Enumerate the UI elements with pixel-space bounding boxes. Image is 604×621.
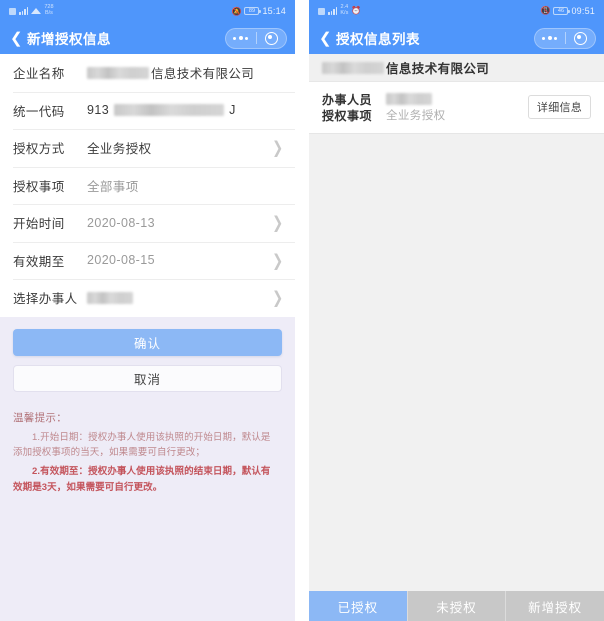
tab-authorized[interactable]: 已授权 (309, 591, 408, 621)
left-status-bar: 728 B/s 🔕 89 15:14 (0, 0, 295, 22)
chevron-right-icon: ❯ (272, 213, 283, 233)
screenshot-gutter (295, 0, 309, 621)
form-row-company-name[interactable]: 企业名称 信息技术有限公司 (0, 54, 295, 92)
network-rate: 2.4 K/s (340, 4, 349, 17)
row-label: 选择办事人 (13, 292, 78, 307)
row-label: 开始时间 (13, 217, 65, 232)
status-time: 09:51 (571, 6, 595, 16)
bottom-tab-bar: 已授权 未授权 新增授权 (309, 591, 604, 621)
chevron-left-icon[interactable]: ❮ (10, 31, 24, 46)
authorization-fields: 办事人员 授权事项 全业务授权 (322, 91, 528, 123)
mini-program-capsule (534, 27, 596, 49)
row-label: 有效期至 (13, 254, 65, 269)
target-circle-icon[interactable] (565, 31, 595, 45)
wifi-icon (31, 8, 42, 14)
row-value: 信息技术有限公司 (87, 63, 283, 82)
form-row-expiry-date[interactable]: 有效期至 2020-08-15 ❯ (0, 241, 295, 279)
chevron-right-icon: ❯ (272, 288, 283, 308)
dual-screenshot-stage: 728 B/s 🔕 89 15:14 ❮ 新增授权信息 企业名称 信息技术有限公… (0, 0, 604, 621)
alarm-clock-icon: ⏰ (351, 6, 361, 15)
network-rate-unit: K/s (340, 10, 349, 16)
page-title: 授权信息列表 (336, 32, 420, 47)
row-value: 2020-08-15 (87, 253, 155, 268)
tab-new-authorization[interactable]: 新增授权 (506, 591, 604, 621)
tips-title: 温馨提示： (13, 411, 67, 424)
network-rate: 728 B/s (44, 4, 53, 17)
row-value: 全业务授权 (87, 142, 152, 157)
chevron-left-icon[interactable]: ❮ (319, 31, 333, 46)
company-name-bar: 信息技术有限公司 (309, 54, 604, 82)
auth-matter-line: 授权事项 全业务授权 (322, 107, 528, 123)
right-status-bar: 2.4 K/s ⏰ 📵 46 09:51 (309, 0, 604, 22)
form-row-select-agent[interactable]: 选择办事人 ❯ (0, 279, 295, 317)
status-right-icons: 📵 46 09:51 (541, 6, 595, 16)
battery-icon: 89 (244, 7, 261, 15)
redaction-mask (322, 61, 384, 74)
page-title: 新增授权信息 (27, 32, 111, 47)
tip-item-expiry-date: 2.有效期至：授权办事人使用该执照的结束日期，默认有效期是3天，如果需要可自行更… (13, 466, 271, 493)
redaction-mask (114, 104, 225, 117)
confirm-button[interactable]: 确认 (13, 328, 282, 356)
row-label: 授权方式 (13, 142, 65, 157)
chevron-right-icon: ❯ (272, 250, 283, 270)
authorization-form: 企业名称 信息技术有限公司 统一代码 913 J 授权方式 全业务授权 ❯ 授权… (0, 54, 295, 317)
signal-bars-icon (328, 7, 338, 15)
authorization-list-empty-area (309, 133, 604, 591)
tips-block: 温馨提示： 1.开始日期：授权办事人使用该执照的开始日期，默认是添加授权事项的当… (13, 410, 282, 496)
redaction-mask (386, 93, 432, 105)
more-dots-icon[interactable] (226, 36, 256, 40)
status-time: 15:14 (262, 6, 286, 16)
network-rate-unit: B/s (44, 10, 53, 16)
form-row-auth-matters[interactable]: 授权事项 全部事项 (0, 166, 295, 204)
more-dots-icon[interactable] (535, 36, 565, 40)
bell-off-icon: 🔕 (231, 6, 242, 16)
tab-unauthorized[interactable]: 未授权 (407, 591, 507, 621)
right-phone-screen: 2.4 K/s ⏰ 📵 46 09:51 ❮ 授权信息列表 信息技术有限公司 办… (309, 0, 604, 621)
status-left-icons: 2.4 K/s ⏰ (318, 4, 361, 17)
sim-card-icon (318, 7, 325, 15)
row-value: 2020-08-13 (87, 215, 155, 230)
row-label: 授权事项 (13, 179, 65, 194)
form-row-unified-code[interactable]: 统一代码 913 J (0, 91, 295, 129)
row-value-prefix: 913 (87, 103, 110, 118)
target-circle-icon[interactable] (256, 31, 286, 45)
left-nav-bar: ❮ 新增授权信息 (0, 22, 295, 54)
row-value (87, 291, 266, 304)
form-row-start-date[interactable]: 开始时间 2020-08-13 ❯ (0, 204, 295, 242)
sim-card-icon (9, 7, 16, 15)
redaction-mask (87, 291, 133, 304)
row-label: 企业名称 (13, 67, 65, 82)
agent-person-line: 办事人员 (322, 91, 528, 107)
row-value: 913 J (87, 103, 283, 117)
action-and-tips-area: 确认 取消 温馨提示： 1.开始日期：授权办事人使用该执照的开始日期，默认是添加… (0, 316, 295, 621)
auth-matter-value: 全业务授权 (386, 110, 446, 122)
tip-item-start-date: 1.开始日期：授权办事人使用该执照的开始日期，默认是添加授权事项的当天，如果需要… (13, 431, 271, 458)
redaction-mask (87, 66, 149, 79)
chevron-right-icon: ❯ (272, 138, 283, 158)
battery-icon: 46 (553, 7, 570, 15)
row-value: 全部事项 (87, 179, 139, 194)
row-value-text: 信息技术有限公司 (151, 67, 255, 82)
company-name-text: 信息技术有限公司 (386, 62, 490, 76)
right-nav-bar: ❮ 授权信息列表 (309, 22, 604, 54)
cancel-button[interactable]: 取消 (13, 364, 282, 392)
row-value-suffix: J (229, 103, 236, 118)
detail-info-button[interactable]: 详细信息 (528, 95, 591, 119)
status-left-icons: 728 B/s (9, 4, 54, 17)
auth-matter-label: 授权事项 (322, 108, 373, 123)
form-row-auth-method[interactable]: 授权方式 全业务授权 ❯ (0, 129, 295, 167)
mini-program-capsule (225, 27, 287, 49)
row-label: 统一代码 (13, 104, 65, 119)
vibrate-icon: 📵 (540, 6, 551, 15)
authorization-list-item[interactable]: 办事人员 授权事项 全业务授权 详细信息 (309, 82, 604, 133)
agent-person-label: 办事人员 (322, 92, 373, 107)
signal-bars-icon (19, 7, 29, 15)
status-right-icons: 🔕 89 15:14 (232, 6, 287, 16)
left-phone-screen: 728 B/s 🔕 89 15:14 ❮ 新增授权信息 企业名称 信息技术有限公… (0, 0, 295, 621)
